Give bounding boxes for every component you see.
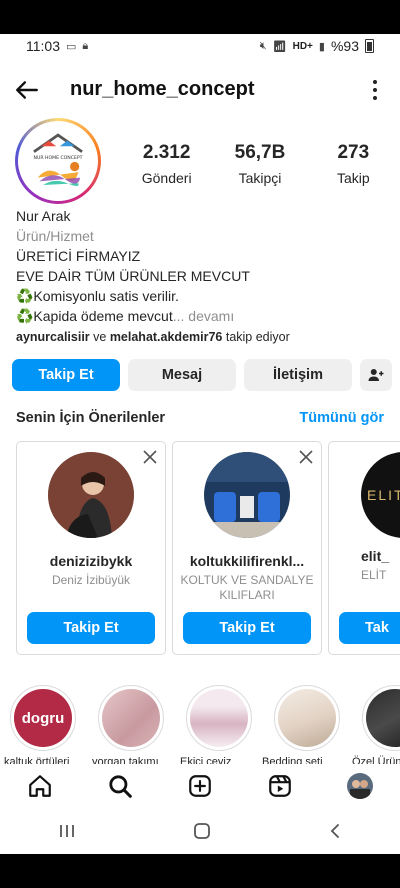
status-time: 11:03	[26, 38, 60, 54]
suggestion-follow-button[interactable]: Takip Et	[183, 612, 311, 644]
suggested-username[interactable]: elit_	[329, 548, 400, 564]
system-back-icon[interactable]	[328, 823, 342, 839]
followed-by[interactable]: aynurcalisiir ve melahat.akdemir76 takip…	[16, 330, 290, 344]
highlight-cover: dogru	[14, 689, 72, 747]
profile-actions: Takip Et Mesaj İletişim	[12, 359, 392, 391]
suggested-fullname: Deniz İzibüyük	[51, 573, 131, 587]
close-icon[interactable]	[143, 450, 157, 464]
follow-button[interactable]: Takip Et	[12, 359, 120, 391]
highlight-item[interactable]	[98, 685, 164, 751]
suggested-username[interactable]: koltukkilifirenkl...	[173, 553, 321, 569]
profile-tab-avatar[interactable]	[347, 773, 373, 799]
create-post-icon[interactable]	[187, 773, 213, 799]
mute-icon: 🔇︎	[259, 39, 267, 52]
screen-icon: ▭	[66, 40, 77, 53]
highlight-item[interactable]	[274, 685, 340, 751]
suggestion-cards: denizizibykk Deniz İzibüyük Takip Et kol…	[16, 441, 400, 655]
posts-label: Gönderi	[141, 170, 192, 186]
profile-avatar[interactable]: NUR HOME CONCEPT	[15, 118, 101, 204]
bio-line-3: ♻️Komisyonlu satis verilir.	[16, 288, 179, 304]
back-arrow-icon[interactable]	[14, 77, 40, 103]
suggested-fullname: ELİT	[361, 568, 387, 582]
story-highlights: dogru	[10, 685, 400, 751]
follower-link-1[interactable]: aynurcalisiir	[16, 330, 90, 344]
suggestions-header: Senin İçin Önerilenler Tümünü gör	[16, 410, 384, 426]
profile-stats: 2.312 Gönderi 56,7B Takipçi 273 Takip	[120, 142, 400, 186]
profile-header: nur_home_concept	[0, 68, 400, 112]
signal-icon: ▮	[318, 40, 325, 53]
battery-percent: %93	[330, 38, 359, 54]
lock-icon: 🔒︎	[82, 39, 89, 52]
display-name: Nur Arak	[16, 208, 71, 224]
suggested-user-avatar[interactable]: ELIT	[361, 452, 400, 538]
followers-label: Takipçi	[238, 170, 282, 186]
add-person-icon	[368, 369, 384, 381]
home-icon[interactable]	[27, 773, 53, 799]
followers-count: 56,7B	[234, 142, 286, 163]
system-nav-bar	[0, 808, 400, 854]
stat-posts[interactable]: 2.312 Gönderi	[120, 142, 213, 186]
suggested-fullname: KOLTUK VE SANDALYE KILIFLARI	[180, 573, 314, 602]
suggestion-card[interactable]: denizizibykk Deniz İzibüyük Takip Et	[16, 441, 166, 655]
wifi-icon: 📶︎	[272, 40, 287, 53]
highlight-item[interactable]	[186, 685, 252, 751]
suggestion-card[interactable]: koltukkilifirenkl... KOLTUK VE SANDALYE …	[172, 441, 322, 655]
highlight-cover	[190, 689, 248, 747]
follower-link-2[interactable]: melahat.akdemir76	[110, 330, 223, 344]
bottom-nav	[0, 764, 400, 808]
followed-joiner: ve	[89, 330, 110, 344]
suggestion-card[interactable]: ELIT elit_ ELİT Tak	[328, 441, 400, 655]
highlight-item[interactable]	[362, 685, 400, 751]
brand-logo: NUR HOME CONCEPT	[21, 124, 95, 198]
profile-bio: Nur Arak Ürün/Hizmet ÜRETİCİ FİRMAYIZ EV…	[16, 206, 386, 326]
category-label: Ürün/Hizmet	[16, 228, 94, 244]
following-count: 273	[337, 142, 370, 163]
highlight-item[interactable]: dogru	[10, 685, 76, 751]
suggest-users-button[interactable]	[360, 359, 392, 391]
bio-line-4: ♻️Kapida ödeme mevcut... devamı	[16, 306, 386, 326]
reels-icon[interactable]	[267, 773, 293, 799]
suggestions-title: Senin İçin Önerilenler	[16, 410, 166, 426]
battery-icon	[365, 39, 374, 53]
screen: 11:03 ▭ 🔒︎ 🔇︎ 📶︎ HD+ ▮ %93 nur_home_conc…	[0, 34, 400, 854]
status-bar: 11:03 ▭ 🔒︎ 🔇︎ 📶︎ HD+ ▮ %93	[0, 34, 400, 58]
recent-apps-icon[interactable]	[58, 823, 76, 839]
message-button[interactable]: Mesaj	[128, 359, 236, 391]
followed-suffix: takip ediyor	[222, 330, 290, 344]
more-options-icon[interactable]	[372, 80, 378, 100]
suggested-username[interactable]: denizizibykk	[17, 553, 165, 569]
see-all-link[interactable]: Tümünü gör	[299, 410, 384, 426]
stat-followers[interactable]: 56,7B Takipçi	[213, 142, 306, 186]
bio-line-1: ÜRETİCİ FİRMAYIZ	[16, 248, 141, 264]
network-label: HD+	[292, 40, 313, 52]
search-icon[interactable]	[107, 773, 133, 799]
suggested-user-avatar[interactable]	[48, 452, 134, 538]
bio-more-link[interactable]: ... devamı	[173, 308, 234, 324]
stat-following[interactable]: 273 Takip	[307, 142, 400, 186]
suggestion-follow-button[interactable]: Takip Et	[27, 612, 155, 644]
bio-line-4-text: ♻️Kapida ödeme mevcut	[16, 308, 173, 324]
home-button-icon[interactable]	[193, 822, 211, 840]
contact-button[interactable]: İletişim	[244, 359, 352, 391]
highlight-cover	[366, 689, 400, 747]
highlight-cover	[102, 689, 160, 747]
close-icon[interactable]	[299, 450, 313, 464]
posts-count: 2.312	[142, 142, 191, 163]
logo-text: NUR HOME CONCEPT	[34, 155, 83, 161]
suggestion-follow-button[interactable]: Tak	[339, 612, 400, 644]
suggested-user-avatar[interactable]	[204, 452, 290, 538]
following-label: Takip	[336, 170, 370, 186]
bio-line-2: EVE DAİR TÜM ÜRÜNLER MEVCUT	[16, 268, 250, 284]
profile-username: nur_home_concept	[70, 78, 255, 100]
highlight-cover	[278, 689, 336, 747]
